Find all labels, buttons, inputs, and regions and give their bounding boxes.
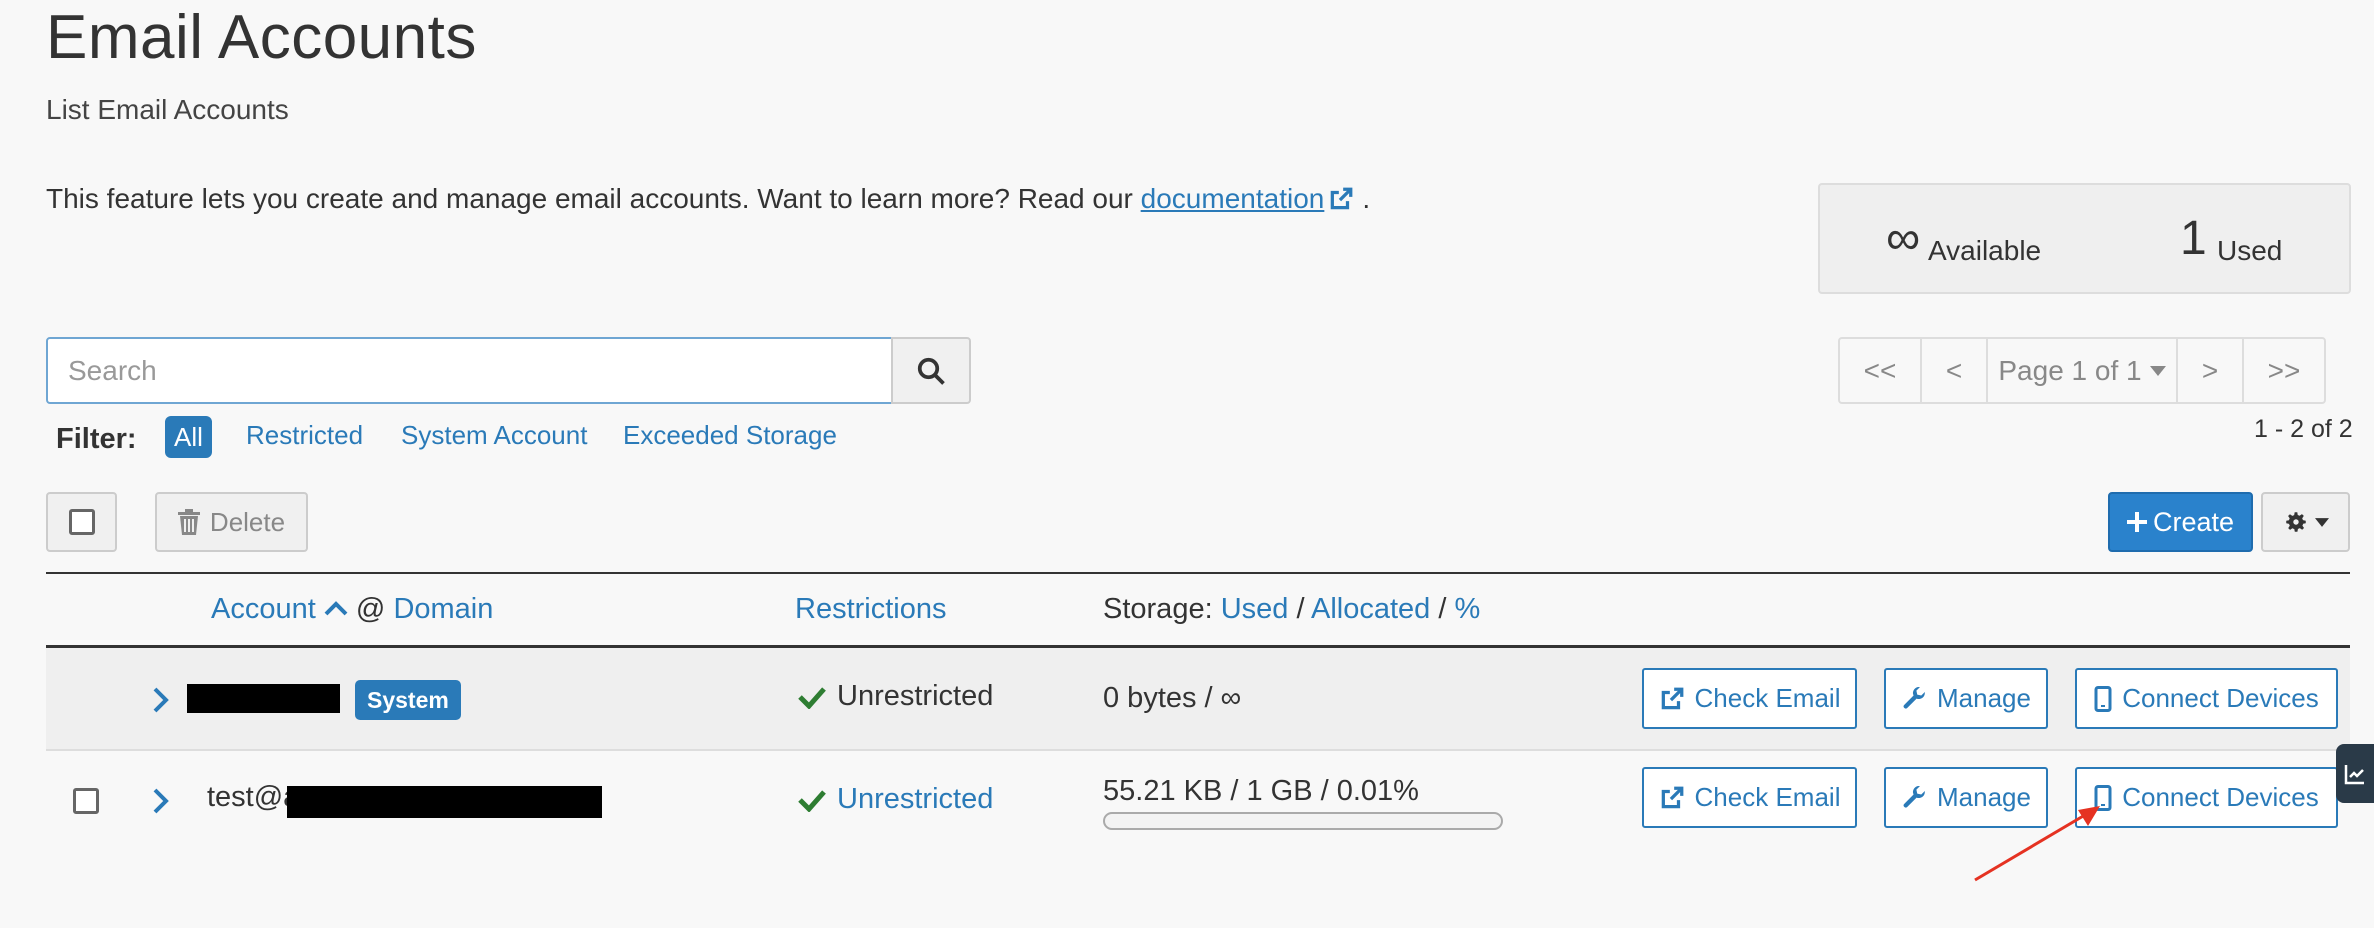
pagination: << < Page 1 of 1 > >> <box>1838 337 2326 404</box>
connect-devices-label: Connect Devices <box>2122 683 2319 713</box>
filter-exceeded-storage[interactable]: Exceeded Storage <box>623 420 837 451</box>
restriction-status: Unrestricted <box>797 680 993 713</box>
sort-domain[interactable]: Domain <box>393 593 493 625</box>
available-label: Available <box>1928 235 2042 266</box>
check-icon <box>798 686 826 709</box>
chevron-right-icon[interactable] <box>152 787 170 815</box>
sort-percent[interactable]: % <box>1455 593 1481 625</box>
next-page-button[interactable]: > <box>2176 337 2244 404</box>
check-email-label: Check Email <box>1694 782 1841 812</box>
restriction-link: Unrestricted <box>837 783 994 815</box>
restriction-label: Unrestricted <box>837 680 994 712</box>
storage-progress-bar <box>1103 812 1503 830</box>
chevron-up-icon[interactable] <box>324 600 348 616</box>
external-link-icon <box>1661 786 1683 808</box>
filter-system-account[interactable]: System Account <box>401 420 587 451</box>
intro-sentence: This feature lets you create and manage … <box>46 183 1141 214</box>
check-email-button[interactable]: Check Email <box>1642 668 1857 729</box>
available-count: ∞ <box>1886 212 1921 265</box>
filter-all[interactable]: All <box>165 416 212 458</box>
header-restrictions: Restrictions <box>795 593 947 626</box>
gear-icon <box>2285 512 2306 532</box>
used-label: Used <box>2217 235 2283 266</box>
settings-dropdown[interactable] <box>2261 492 2350 552</box>
wrench-icon <box>1903 785 1925 808</box>
header-account-domain: Account @ Domain <box>211 593 493 626</box>
header-storage: Storage: Used / Allocated / % <box>1103 593 1480 626</box>
wrench-icon <box>1903 686 1925 709</box>
intro-period: . <box>1362 183 1371 214</box>
check-icon <box>798 789 826 812</box>
page-subtitle: List Email Accounts <box>46 94 289 125</box>
caret-down-icon <box>2149 365 2166 376</box>
check-email-label: Check Email <box>1694 683 1841 713</box>
documentation-link[interactable]: documentation <box>1141 183 1325 214</box>
connect-devices-button[interactable]: Connect Devices <box>2075 668 2338 729</box>
check-email-button[interactable]: Check Email <box>1642 767 1857 828</box>
search-input[interactable] <box>46 337 893 404</box>
separator: / <box>1438 593 1447 625</box>
used-count: 1 <box>2180 212 2207 265</box>
first-page-button[interactable]: << <box>1838 337 1922 404</box>
search-button[interactable] <box>891 337 971 404</box>
create-label: Create <box>2152 506 2235 537</box>
separator: / <box>1296 593 1305 625</box>
caret-down-icon <box>2314 517 2329 527</box>
page-select-label: Page 1 of 1 <box>1998 354 2142 386</box>
account-stats: ∞ Available 1 Used <box>1818 183 2351 294</box>
prev-page-button[interactable]: < <box>1920 337 1988 404</box>
storage-prefix: Storage: <box>1103 593 1213 625</box>
mobile-phone-icon <box>2094 685 2112 712</box>
search-icon <box>917 357 945 385</box>
connect-devices-label: Connect Devices <box>2122 782 2319 812</box>
checkbox-box <box>73 788 99 814</box>
intro-text: This feature lets you create and manage … <box>46 183 1370 215</box>
filter-restricted[interactable]: Restricted <box>246 420 363 451</box>
external-link-icon[interactable] <box>1328 186 1354 212</box>
chevron-right-icon[interactable] <box>152 686 170 714</box>
sort-account[interactable]: Account <box>211 593 316 625</box>
result-count: 1 - 2 of 2 <box>2254 415 2353 443</box>
page-title: Email Accounts <box>46 3 477 72</box>
last-page-button[interactable]: >> <box>2242 337 2326 404</box>
external-link-icon <box>1661 687 1683 709</box>
at-symbol: @ <box>355 593 386 625</box>
storage-usage: 55.21 KB / 1 GB / 0.01% <box>1103 775 1419 807</box>
redacted-account <box>187 684 340 713</box>
trash-icon <box>177 509 200 535</box>
storage-usage: 0 bytes / ∞ <box>1103 682 1242 714</box>
restriction-status[interactable]: Unrestricted <box>797 783 993 816</box>
sort-allocated[interactable]: Allocated <box>1311 593 1430 625</box>
redacted-account <box>287 786 602 818</box>
sort-used[interactable]: Used <box>1221 593 1289 625</box>
delete-label: Delete <box>209 506 286 537</box>
account-prefix: test@a <box>207 781 300 813</box>
create-button[interactable]: Create <box>2108 492 2253 552</box>
sort-restrictions[interactable]: Restrictions <box>795 593 947 625</box>
row-checkbox[interactable] <box>73 788 99 814</box>
checkbox-box <box>68 509 95 535</box>
stats-widget-tab[interactable] <box>2336 744 2374 803</box>
annotation-arrow-icon <box>1974 806 2100 882</box>
page-select[interactable]: Page 1 of 1 <box>1986 337 2178 404</box>
plus-icon <box>2126 512 2147 532</box>
manage-button[interactable]: Manage <box>1884 668 2048 729</box>
filter-label: Filter: <box>56 423 137 455</box>
table-row: System Unrestricted 0 bytes / ∞ Check Em… <box>46 648 2350 751</box>
table-top-rule <box>46 572 2350 574</box>
manage-label: Manage <box>1937 683 2031 713</box>
select-all-checkbox[interactable] <box>46 492 117 552</box>
chart-icon <box>2344 764 2364 784</box>
delete-button[interactable]: Delete <box>155 492 308 552</box>
system-badge: System <box>355 680 461 720</box>
